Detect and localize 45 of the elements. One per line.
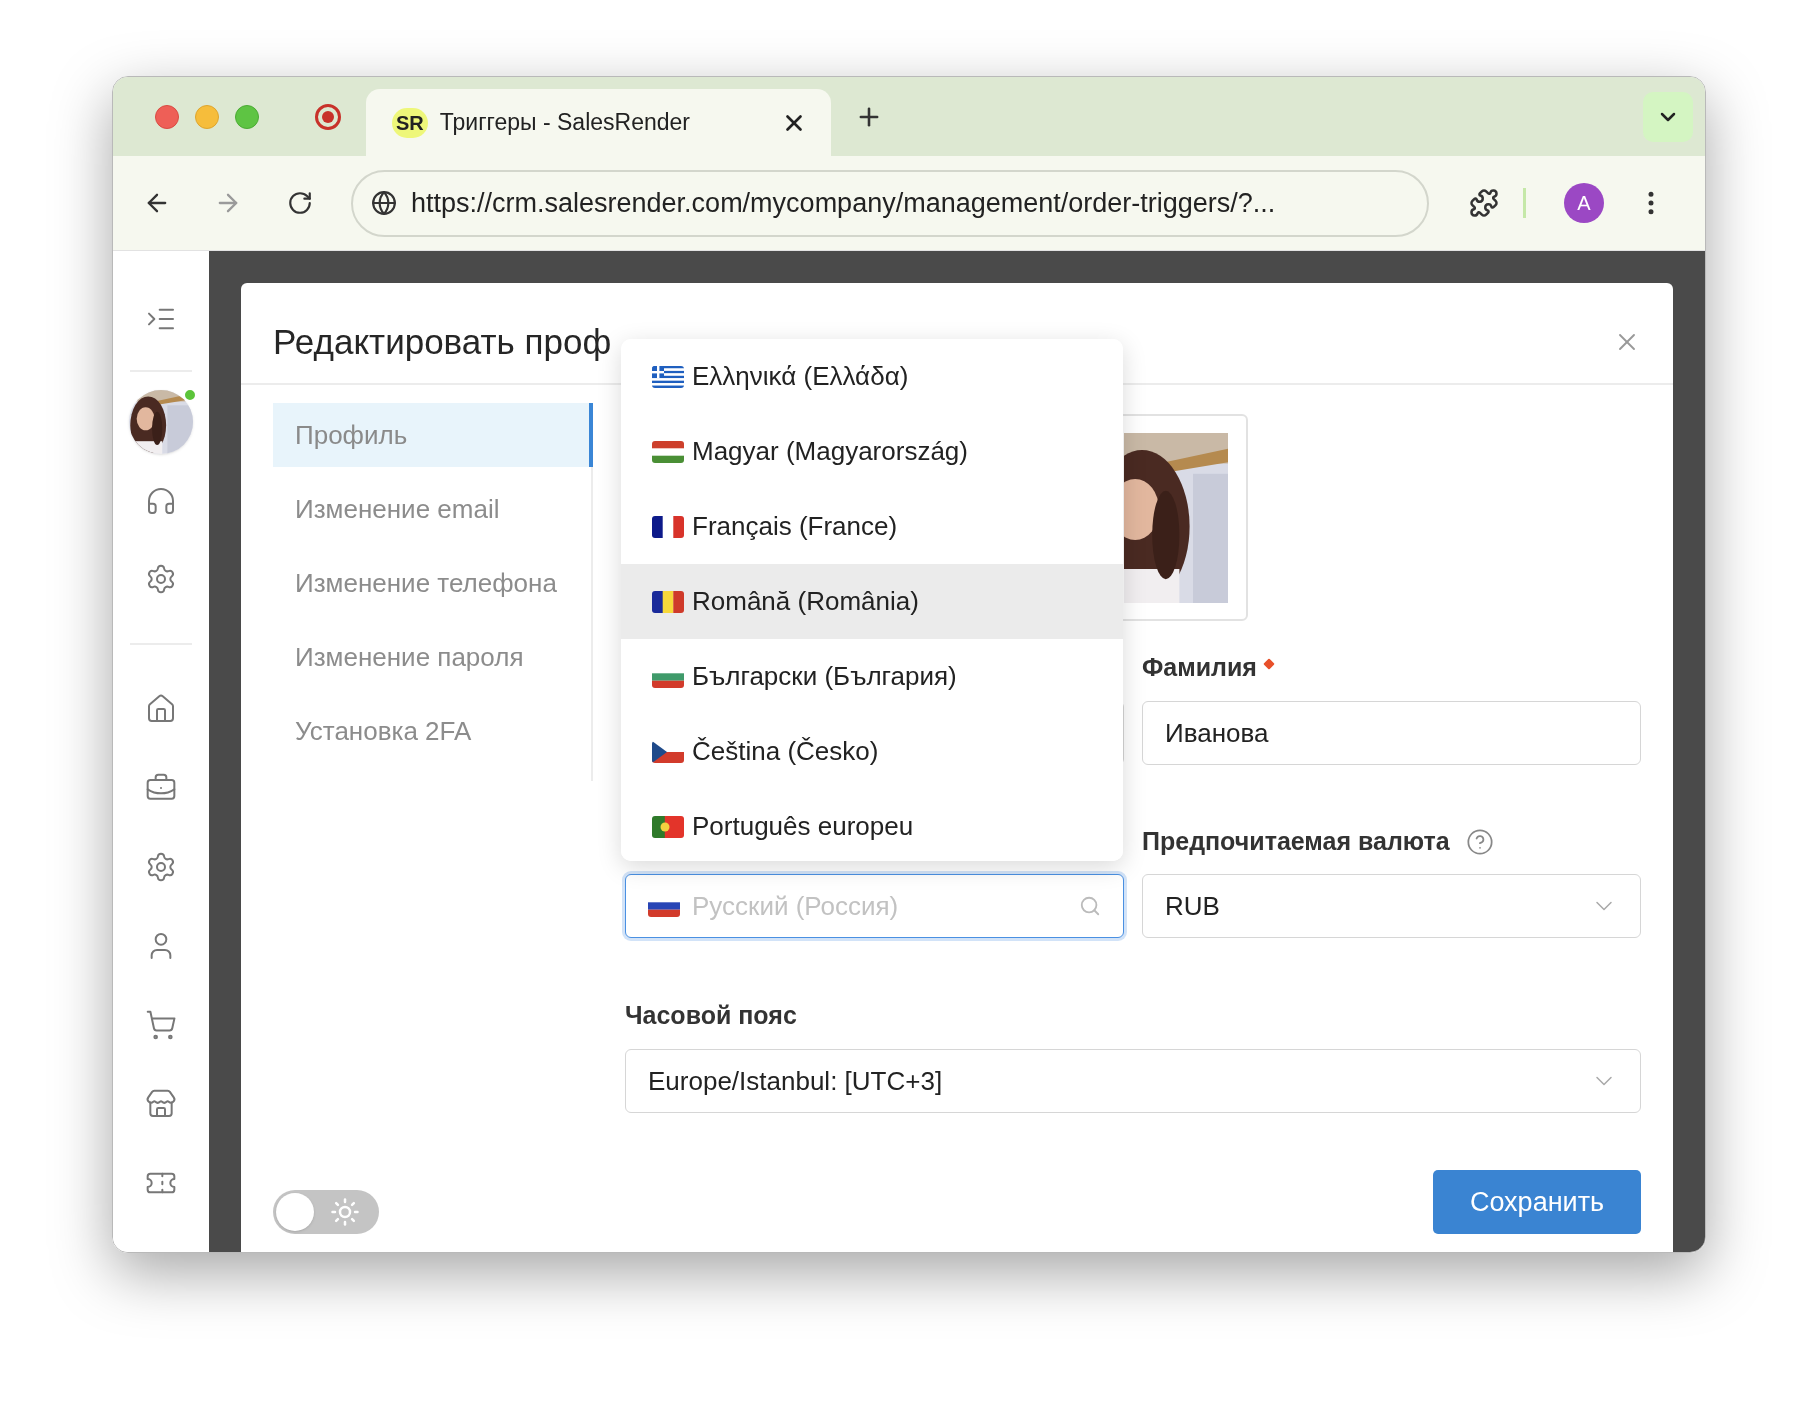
flag-icon: [652, 740, 684, 763]
timezone-select[interactable]: Europe/Istanbul: [UTC+3]: [625, 1049, 1641, 1113]
extensions-icon[interactable]: [1469, 188, 1499, 218]
language-option[interactable]: Português europeu: [621, 789, 1123, 861]
search-icon: [1079, 895, 1101, 917]
home-icon[interactable]: [145, 693, 177, 725]
browser-tab[interactable]: SR Триггеры - SalesRender: [366, 89, 831, 156]
field-label: Предпочитаемая валюта: [1142, 826, 1450, 858]
tab-title: Триггеры - SalesRender: [439, 108, 690, 138]
reload-icon[interactable]: [287, 190, 313, 216]
language-option[interactable]: Български (България): [621, 639, 1123, 714]
language-field[interactable]: Русский (Россия): [625, 874, 1124, 938]
flag-icon: [652, 365, 684, 388]
user-avatar[interactable]: [129, 390, 193, 454]
globe-icon: [371, 190, 397, 216]
flag-icon: [652, 590, 684, 613]
language-option[interactable]: Magyar (Magyarország): [621, 414, 1123, 489]
close-window-button[interactable]: [155, 104, 179, 129]
url-text: https://crm.salesrender.com/mycompany/management/order-triggers/?...: [411, 186, 1276, 220]
language-option[interactable]: Română (România): [621, 564, 1123, 639]
settings-icon[interactable]: [145, 563, 177, 595]
tab-favicon: SR: [392, 107, 428, 138]
flag-icon: [652, 440, 684, 463]
store-icon[interactable]: [145, 1088, 177, 1120]
address-bar[interactable]: https://crm.salesrender.com/mycompany/management/order-triggers/?...: [351, 169, 1429, 237]
field-label: Часовой пояс: [625, 1000, 797, 1032]
language-option[interactable]: Français (France): [621, 489, 1123, 564]
last-name-field[interactable]: Иванова: [1142, 701, 1641, 765]
language-option[interactable]: Ελληνικά (Ελλάδα): [621, 339, 1123, 414]
save-button[interactable]: Сохранить: [1433, 1170, 1641, 1234]
help-icon[interactable]: [1465, 828, 1494, 856]
cart-icon[interactable]: [145, 1009, 177, 1041]
profile-avatar[interactable]: A: [1564, 183, 1604, 223]
dialog-title: Редактировать проф: [273, 320, 612, 363]
headset-icon[interactable]: [145, 485, 177, 517]
language-input[interactable]: Русский (Россия): [692, 886, 1067, 926]
record-icon[interactable]: [314, 102, 342, 131]
settings-icon[interactable]: [145, 851, 177, 883]
language-option[interactable]: Čeština (Česko): [621, 714, 1123, 789]
flag-icon: [652, 815, 684, 838]
flag-icon: [652, 515, 684, 538]
field-label: Фамилия: [1142, 652, 1257, 684]
currency-select[interactable]: RUB: [1142, 874, 1641, 938]
sun-icon: [330, 1197, 360, 1227]
theme-toggle[interactable]: [273, 1190, 379, 1234]
